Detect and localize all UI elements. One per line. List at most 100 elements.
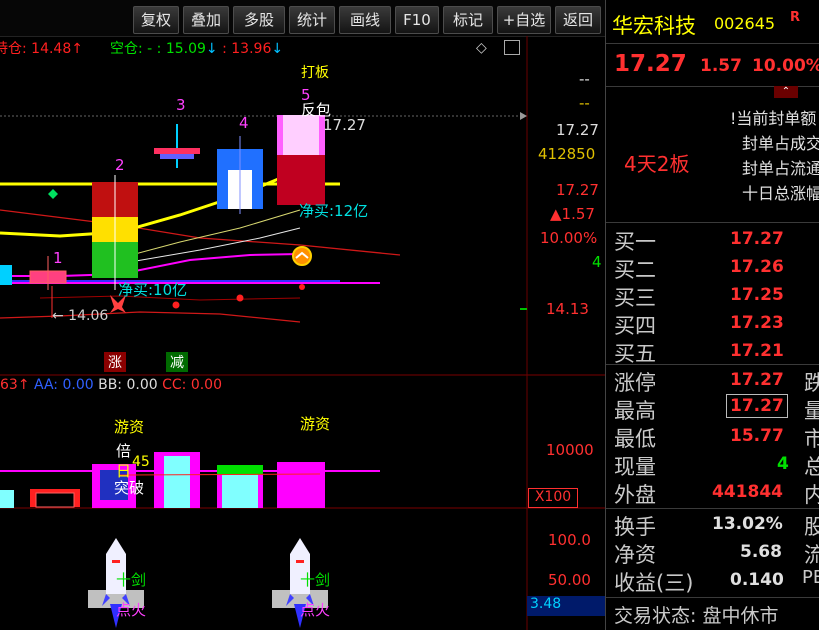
separator (606, 597, 819, 598)
vol-bar-inner (222, 475, 258, 508)
fund-side-label: PE (802, 567, 819, 588)
stat-label-current-vol: 现量 (614, 455, 656, 479)
stat-value-outer: 441844 (712, 482, 783, 502)
mark-button[interactable]: 标记 (443, 6, 493, 34)
indicator-value-box: 3.48 (527, 596, 605, 616)
stock-name: 华宏科技 (612, 14, 696, 38)
boost-marker (292, 246, 312, 266)
candle-3b (160, 154, 194, 159)
stat-side-label: 市 (804, 423, 819, 453)
candle-0 (0, 265, 12, 285)
wave-count-4: 4 (239, 114, 249, 132)
net-buy-label-1: 净买:12亿 (299, 202, 369, 220)
axis-label: 50.00 (548, 571, 591, 589)
axis-label: -- (579, 94, 590, 112)
stat-value-low: 15.77 (730, 426, 784, 446)
bid-label-1: 买一 (614, 230, 656, 254)
stat-value-high[interactable]: 17.27 (726, 394, 788, 418)
vol-bar-inner (35, 492, 75, 508)
fund-value-net-assets: 5.68 (740, 542, 782, 562)
reduce-badge: 减 (166, 352, 188, 372)
stat-side-label: 量 (804, 395, 819, 425)
ma-line-white (129, 227, 301, 263)
stat-side-label: 总 (804, 451, 819, 481)
stat-value-current-vol: 4 (777, 454, 789, 474)
seal-info-0: !当前封单额 (730, 109, 817, 128)
separator (606, 43, 819, 44)
axis-label: 412850 (538, 145, 596, 163)
f10-button[interactable]: F10 (395, 6, 439, 34)
collapse-icon[interactable]: ⌃ (774, 86, 798, 98)
signal-dot (172, 301, 180, 309)
bid-label-3: 买三 (614, 286, 656, 310)
wave-count-1: 1 (53, 249, 63, 267)
seal-info-2: 封单占流通 (742, 159, 819, 178)
diamond-icon[interactable]: ◇ (476, 40, 487, 56)
num-45-label: 45 (132, 454, 150, 470)
shijian-label-2: 十剑 (300, 571, 331, 589)
wave-count-2: 2 (115, 156, 125, 174)
bid-price-3[interactable]: 17.25 (730, 285, 784, 305)
candle-3 (154, 148, 200, 154)
ma-line-red2 (0, 311, 301, 323)
axis-label: 10.00% (540, 229, 598, 247)
separator (606, 222, 819, 223)
statistics-button[interactable]: 统计 (289, 6, 335, 34)
stat-side-label: 跌 (804, 367, 819, 397)
bid-price-4[interactable]: 17.23 (730, 313, 784, 333)
limit-streak: 4天2板 (624, 152, 690, 176)
up-badge: 涨 (104, 352, 126, 372)
stock-code: 002645 (714, 14, 776, 33)
seal-info-3: 十日总涨幅 (742, 184, 819, 203)
indicator-header: 63↑ AA: 0.00 BB: 0.00 CC: 0.00 (0, 377, 222, 393)
fund-value-turnover: 13.02% (712, 514, 783, 534)
signal-dot (299, 284, 305, 290)
bid-price-5[interactable]: 17.21 (730, 341, 784, 361)
fund-label-eps: 收益(三) (614, 571, 694, 595)
breakout-label: 突破 (114, 479, 145, 497)
window-toggle-icon[interactable] (504, 40, 520, 55)
back-button[interactable]: 返回 (555, 6, 601, 34)
bid-label-2: 买二 (614, 258, 656, 282)
kline-chart[interactable]: 持仓: 14.48↑ 空仓: - : 15.09↓ : 13.96↓ ◇ 打板 … (0, 36, 605, 630)
rights-flag: R (790, 10, 801, 25)
axis-label: 100.0 (548, 531, 591, 549)
restore-rights-button[interactable]: 复权 (133, 6, 179, 34)
vol-bar-top (217, 465, 263, 475)
axis-label: 17.27 (556, 181, 599, 199)
overlay-button[interactable]: 叠加 (183, 6, 229, 34)
fund-side-label: 股 (804, 511, 819, 541)
add-watchlist-button[interactable]: +自选 (497, 6, 551, 34)
dianhuo-label-2: 点火 (300, 601, 331, 619)
hold-position-label: 持仓: 14.48↑ (0, 41, 83, 57)
fund-label-net-assets: 净资 (614, 543, 656, 567)
bid-price-1[interactable]: 17.27 (730, 229, 784, 249)
wave-count-3: 3 (176, 96, 186, 114)
stat-label-limit-up: 涨停 (614, 371, 656, 395)
bid-label-4: 买四 (614, 314, 656, 338)
stat-label-high: 最高 (614, 399, 656, 423)
fund-side-label: 流 (804, 539, 819, 569)
chart-canvas (0, 36, 605, 630)
stat-value-limit-up: 17.27 (730, 370, 784, 390)
bid-price-2[interactable]: 17.26 (730, 257, 784, 277)
stat-side-label: 内 (804, 479, 819, 509)
low-price-marker: ← 14.06 (52, 308, 109, 324)
ma-line-pale (119, 209, 301, 259)
scale-x100-button[interactable]: X100 (528, 488, 578, 508)
signal-dot (236, 294, 244, 302)
wave-count-5: 5 (301, 86, 311, 104)
price-level-arrow (520, 112, 527, 120)
seal-info-1: 封单占成交 (742, 134, 819, 153)
multi-stock-button[interactable]: 多股 (233, 6, 285, 34)
daban-label: 打板 (301, 65, 329, 81)
fund-label-turnover: 换手 (614, 515, 656, 539)
quote-panel: 华宏科技 002645 R 17.27 1.57 10.00% ⌃ 4天2板 !… (605, 0, 819, 630)
axis-label: -- (579, 70, 590, 88)
draw-line-button[interactable]: 画线 (339, 6, 391, 34)
bei-label: 倍 (116, 442, 132, 460)
empty-position-label: 空仓: - : 15.09↓ : 13.96↓ (110, 41, 284, 57)
axis-label: 14.13 (546, 300, 589, 318)
vol-bar (0, 490, 14, 508)
trading-status: 交易状态: 盘中休市 (614, 605, 779, 627)
